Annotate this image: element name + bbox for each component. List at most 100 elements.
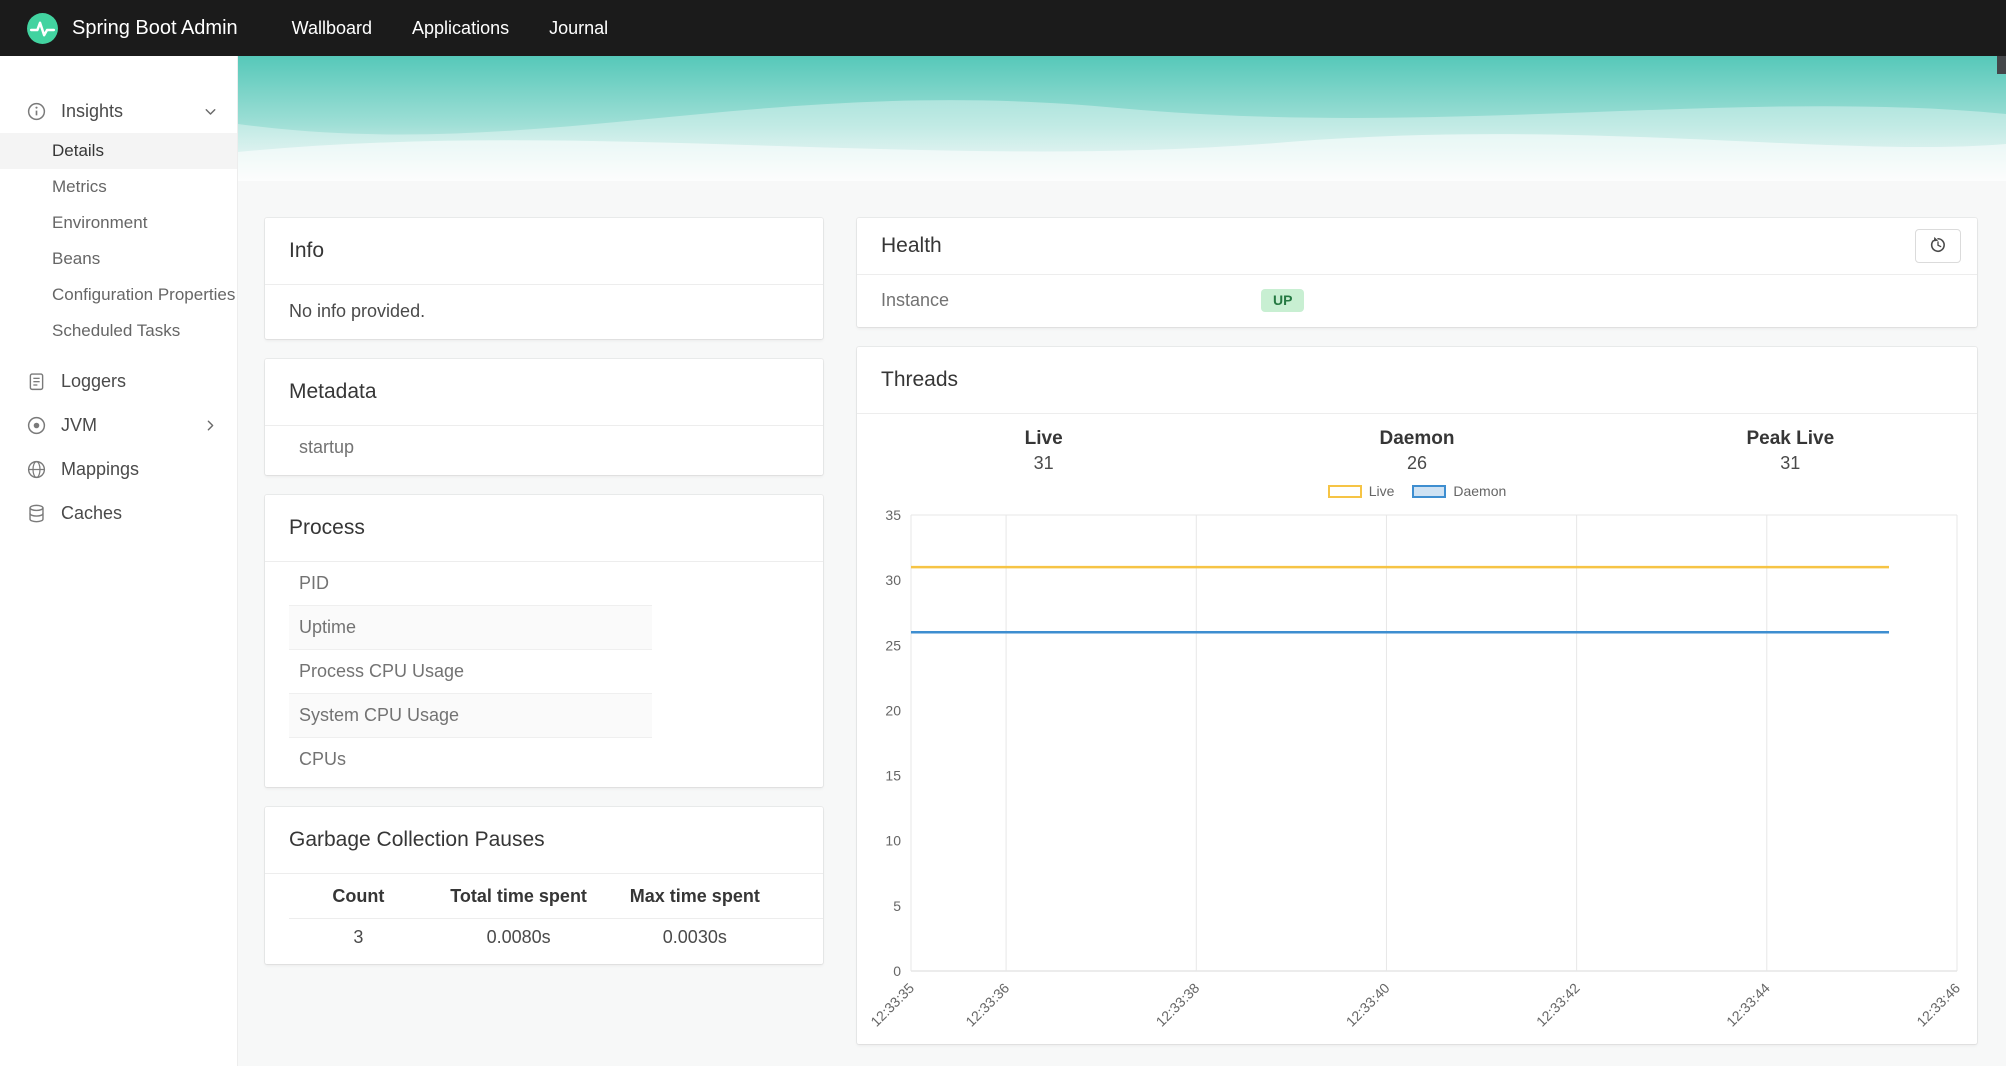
svg-text:12:33:42: 12:33:42 <box>1533 980 1583 1030</box>
info-card-body: No info provided. <box>289 301 426 321</box>
svg-text:5: 5 <box>893 898 901 914</box>
threads-stats: Live 31 Daemon 26 Peak Live 31 <box>857 414 1977 479</box>
header-wave <box>238 56 2006 181</box>
sidebar-item-label: JVM <box>61 414 97 435</box>
table-row: Uptime <box>289 605 652 650</box>
threads-card-title: Threads <box>857 347 1977 414</box>
process-card-title: Process <box>265 495 823 562</box>
svg-text:12:33:40: 12:33:40 <box>1343 980 1393 1030</box>
gc-col-max: Max time spent <box>609 874 781 919</box>
globe-icon <box>26 459 47 480</box>
chart-legend: Live Daemon <box>857 479 1977 501</box>
svg-text:10: 10 <box>885 833 901 849</box>
svg-text:12:33:46: 12:33:46 <box>1913 980 1963 1030</box>
stat-daemon-value: 26 <box>1406 453 1427 473</box>
sidebar-item-mappings[interactable]: Mappings <box>0 447 237 491</box>
gc-pauses-card: Garbage Collection Pauses Count Total ti… <box>265 807 823 964</box>
legend-daemon-swatch <box>1412 484 1447 498</box>
table-row: Process CPU Usage <box>289 649 652 694</box>
table-row: CPUs <box>289 738 652 782</box>
process-row-label: System CPU Usage <box>289 693 652 738</box>
table-row: startup <box>289 426 652 469</box>
legend-live-swatch <box>1327 484 1362 498</box>
legend-item-live[interactable]: Live <box>1327 483 1394 499</box>
process-row-label: Process CPU Usage <box>289 649 652 694</box>
stat-live: Live 31 <box>857 426 1230 475</box>
health-history-button[interactable] <box>1915 229 1961 263</box>
metadata-card-title: Metadata <box>265 359 823 426</box>
sidebar-item-jvm[interactable]: JVM <box>0 403 237 447</box>
gc-table: Count Total time spent Max time spent 3 … <box>289 874 823 958</box>
status-badge-up: UP <box>1261 289 1305 312</box>
stat-daemon-label: Daemon <box>1379 428 1455 449</box>
stat-peak-live: Peak Live 31 <box>1604 426 1977 475</box>
sidebar-item-label: Loggers <box>61 370 127 391</box>
sidebar-item-label: Mappings <box>61 458 140 479</box>
sidebar-item-scheduled-tasks[interactable]: Scheduled Tasks <box>0 313 237 349</box>
info-circle-icon <box>26 101 47 122</box>
gc-count-value: 3 <box>353 927 364 947</box>
top-navbar: Spring Boot Admin Wallboard Applications… <box>0 0 2006 56</box>
svg-text:25: 25 <box>885 637 901 653</box>
svg-text:0: 0 <box>893 963 901 979</box>
nav-links: Wallboard Applications Journal <box>272 0 628 56</box>
database-icon <box>26 503 47 524</box>
gc-total-value: 0.0080s <box>486 927 551 947</box>
nav-link-applications[interactable]: Applications <box>392 0 529 56</box>
gc-col-count: Count <box>289 874 428 919</box>
svg-text:12:33:44: 12:33:44 <box>1723 980 1773 1030</box>
brand[interactable]: Spring Boot Admin <box>26 12 238 45</box>
scrollbar-thumb[interactable] <box>1997 56 2006 74</box>
health-card-title: Health <box>881 234 942 257</box>
table-row: PID <box>289 562 652 606</box>
sidebar-item-caches[interactable]: Caches <box>0 491 237 535</box>
chevron-right-icon <box>202 417 219 434</box>
sidebar-item-environment[interactable]: Environment <box>0 205 237 241</box>
process-card: Process PID Uptime Process CPU Usage Sys… <box>265 495 823 787</box>
brand-title: Spring Boot Admin <box>72 16 238 39</box>
nav-link-wallboard[interactable]: Wallboard <box>272 0 392 56</box>
jvm-icon <box>26 415 47 436</box>
process-table: PID Uptime Process CPU Usage System CPU … <box>289 562 652 781</box>
svg-text:35: 35 <box>885 507 901 523</box>
info-card-title: Info <box>265 218 823 285</box>
svg-text:12:33:38: 12:33:38 <box>1153 980 1203 1030</box>
gc-max-value: 0.0030s <box>662 927 727 947</box>
svg-text:12:33:35: 12:33:35 <box>867 980 917 1030</box>
stat-peak-live-label: Peak Live <box>1746 428 1835 449</box>
sidebar: Insights Details Metrics Environment Bea… <box>0 56 238 1066</box>
sidebar-item-beans[interactable]: Beans <box>0 241 237 277</box>
nav-link-journal[interactable]: Journal <box>529 0 628 56</box>
table-row: 3 0.0080s 0.0030s <box>289 919 823 959</box>
sidebar-item-loggers[interactable]: Loggers <box>0 359 237 403</box>
metadata-card: Metadata startup <box>265 359 823 475</box>
sidebar-item-details[interactable]: Details <box>0 133 237 169</box>
svg-text:12:33:36: 12:33:36 <box>962 980 1012 1030</box>
sidebar-item-metrics[interactable]: Metrics <box>0 169 237 205</box>
health-instance-label: Instance <box>881 290 950 310</box>
process-row-label: CPUs <box>299 749 347 769</box>
stat-live-value: 31 <box>1033 453 1054 473</box>
threads-card: Threads Live 31 Daemon 26 Peak Live 31 L… <box>857 347 1977 1044</box>
spring-boot-admin-logo-icon <box>26 12 59 45</box>
metadata-table: startup <box>289 426 652 469</box>
process-row-label: Uptime <box>289 605 652 650</box>
stat-daemon: Daemon 26 <box>1230 426 1603 475</box>
svg-text:15: 15 <box>885 768 901 784</box>
stat-peak-live-value: 31 <box>1780 453 1801 473</box>
gc-card-title: Garbage Collection Pauses <box>265 807 823 874</box>
stat-live-label: Live <box>1024 428 1063 449</box>
history-icon <box>1928 235 1948 258</box>
table-header-row: Count Total time spent Max time spent <box>289 874 823 919</box>
legend-daemon-label: Daemon <box>1453 483 1507 499</box>
process-row-label: PID <box>289 562 652 606</box>
loggers-icon <box>26 371 47 392</box>
sidebar-item-label: Caches <box>61 502 123 523</box>
threads-line-chart: 12:33:35 12:33:36 12:33:38 12:33:40 12:33:42… <box>867 507 1963 1030</box>
sidebar-item-configuration-properties[interactable]: Configuration Properties <box>0 277 237 313</box>
threads-chart-area: 12:33:35 12:33:36 12:33:38 12:33:40 12:33:42… <box>857 501 1977 1044</box>
metadata-key: startup <box>299 437 355 457</box>
sidebar-item-insights[interactable]: Insights <box>0 89 237 133</box>
svg-text:20: 20 <box>885 702 901 718</box>
legend-item-daemon[interactable]: Daemon <box>1412 483 1506 499</box>
